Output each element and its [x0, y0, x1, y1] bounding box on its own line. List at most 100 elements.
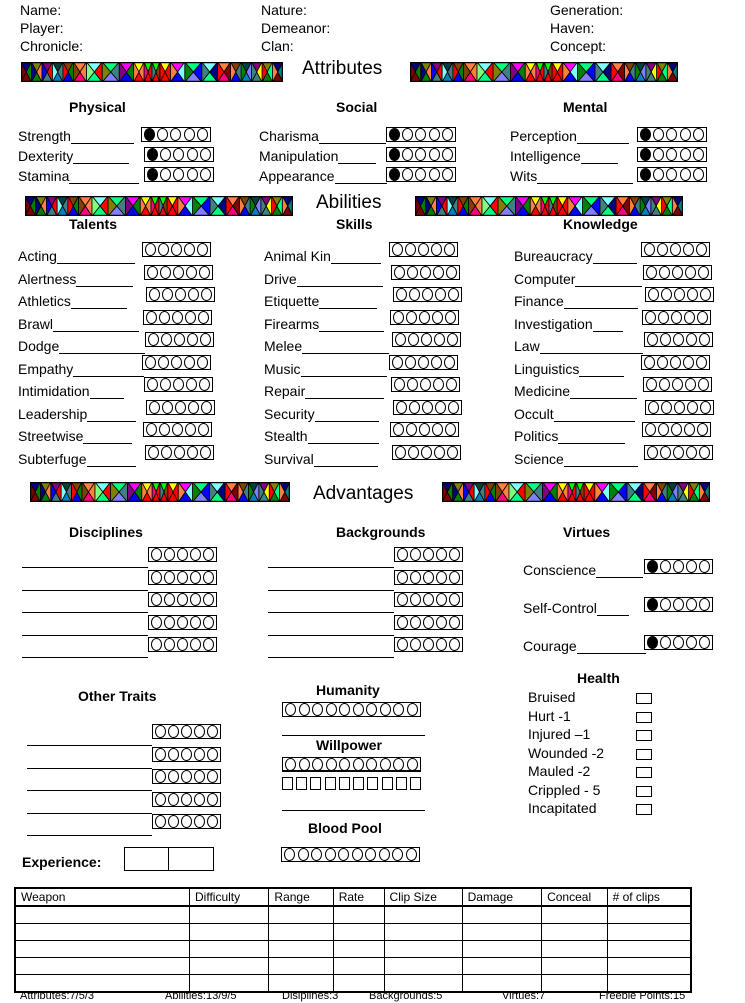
filled-dot-icon[interactable]	[147, 148, 159, 161]
empty-dot-icon[interactable]	[187, 445, 198, 459]
empty-dot-icon[interactable]	[699, 445, 710, 459]
willpower-temp-track[interactable]	[282, 777, 421, 792]
empty-dot-icon[interactable]	[686, 636, 697, 649]
empty-dot-icon[interactable]	[160, 168, 172, 181]
empty-dot-icon[interactable]	[185, 423, 196, 436]
empty-dot-icon[interactable]	[441, 128, 453, 141]
trait-underline[interactable]	[69, 169, 140, 184]
weapons-table-cell[interactable]	[606, 957, 692, 975]
empty-dot-icon[interactable]	[177, 548, 188, 561]
empty-dot-icon[interactable]	[188, 288, 199, 301]
empty-dot-icon[interactable]	[685, 265, 696, 279]
weapons-table-cell[interactable]	[541, 974, 608, 993]
empty-dot-icon[interactable]	[658, 423, 669, 436]
health-checkbox[interactable]	[636, 748, 652, 760]
empty-dot-icon[interactable]	[644, 243, 655, 256]
trait-underline[interactable]	[70, 129, 134, 144]
empty-dot-icon[interactable]	[671, 423, 682, 436]
empty-dot-icon[interactable]	[422, 400, 433, 414]
empty-dot-icon[interactable]	[415, 168, 427, 181]
empty-dot-icon[interactable]	[684, 310, 695, 324]
empty-dot-icon[interactable]	[434, 445, 445, 459]
empty-dot-icon[interactable]	[395, 333, 406, 346]
willpower-square-icon[interactable]	[282, 777, 293, 790]
ability-rating[interactable]	[389, 354, 458, 370]
empty-dot-icon[interactable]	[673, 598, 684, 611]
willpower-square-icon[interactable]	[338, 777, 350, 790]
other-trait-name-line[interactable]	[27, 790, 152, 791]
empty-dot-icon[interactable]	[647, 333, 658, 346]
weapons-table-cell[interactable]	[541, 923, 608, 941]
empty-dot-icon[interactable]	[186, 378, 197, 391]
background-rating[interactable]	[394, 592, 463, 607]
empty-dot-icon[interactable]	[405, 848, 417, 861]
trait-underline[interactable]	[86, 452, 136, 467]
empty-dot-icon[interactable]	[378, 848, 390, 861]
empty-dot-icon[interactable]	[397, 638, 408, 651]
health-checkbox[interactable]	[636, 711, 652, 723]
empty-dot-icon[interactable]	[445, 423, 456, 436]
empty-dot-icon[interactable]	[687, 400, 698, 414]
empty-dot-icon[interactable]	[446, 265, 457, 279]
willpower-square-icon[interactable]	[310, 777, 322, 790]
ability-rating[interactable]	[390, 422, 459, 437]
empty-dot-icon[interactable]	[408, 333, 419, 346]
weapons-table-cell[interactable]	[383, 905, 463, 924]
filled-dot-icon[interactable]	[647, 560, 658, 573]
trait-underline[interactable]	[59, 339, 145, 354]
empty-dot-icon[interactable]	[407, 265, 418, 279]
empty-dot-icon[interactable]	[366, 703, 378, 716]
empty-dot-icon[interactable]	[679, 128, 691, 141]
trait-underline[interactable]	[314, 407, 380, 422]
empty-dot-icon[interactable]	[421, 445, 432, 459]
empty-dot-icon[interactable]	[172, 423, 183, 436]
trait-underline[interactable]	[575, 272, 643, 287]
empty-dot-icon[interactable]	[394, 265, 405, 279]
empty-dot-icon[interactable]	[423, 548, 434, 561]
empty-dot-icon[interactable]	[173, 378, 184, 391]
empty-dot-icon[interactable]	[686, 598, 697, 611]
empty-dot-icon[interactable]	[297, 848, 309, 861]
empty-dot-icon[interactable]	[201, 400, 212, 414]
empty-dot-icon[interactable]	[159, 423, 170, 436]
empty-dot-icon[interactable]	[168, 770, 179, 783]
empty-dot-icon[interactable]	[207, 792, 218, 806]
empty-dot-icon[interactable]	[699, 560, 710, 573]
other-trait-rating[interactable]	[152, 769, 221, 784]
empty-dot-icon[interactable]	[700, 400, 711, 414]
weapons-table-cell[interactable]	[14, 923, 190, 941]
weapons-table-cell[interactable]	[461, 957, 543, 975]
empty-dot-icon[interactable]	[449, 570, 460, 584]
empty-dot-icon[interactable]	[402, 168, 414, 181]
weapons-table-cell[interactable]	[541, 940, 608, 958]
empty-dot-icon[interactable]	[418, 243, 429, 256]
willpower-track[interactable]	[282, 757, 421, 772]
ability-rating[interactable]	[145, 332, 214, 347]
filled-dot-icon[interactable]	[389, 128, 401, 141]
other-trait-name-line[interactable]	[27, 767, 152, 769]
empty-dot-icon[interactable]	[397, 570, 408, 584]
ability-rating[interactable]	[645, 287, 714, 302]
empty-dot-icon[interactable]	[177, 570, 188, 584]
empty-dot-icon[interactable]	[433, 265, 444, 279]
empty-dot-icon[interactable]	[311, 848, 323, 861]
empty-dot-icon[interactable]	[146, 310, 157, 324]
weapons-table-cell[interactable]	[332, 923, 385, 941]
ability-rating[interactable]	[391, 264, 460, 280]
empty-dot-icon[interactable]	[657, 355, 668, 369]
empty-dot-icon[interactable]	[160, 265, 171, 279]
empty-dot-icon[interactable]	[447, 445, 458, 459]
player-field[interactable]: Player:	[20, 20, 64, 36]
ability-rating[interactable]	[642, 422, 711, 437]
discipline-rating[interactable]	[148, 592, 217, 607]
empty-dot-icon[interactable]	[410, 638, 421, 651]
background-name-line[interactable]	[268, 589, 394, 591]
empty-dot-icon[interactable]	[186, 148, 198, 161]
trait-underline[interactable]	[580, 149, 619, 164]
empty-dot-icon[interactable]	[338, 848, 350, 861]
empty-dot-icon[interactable]	[298, 703, 310, 716]
attribute-rating[interactable]	[637, 167, 707, 182]
filled-dot-icon[interactable]	[389, 148, 401, 161]
empty-dot-icon[interactable]	[673, 560, 684, 573]
empty-dot-icon[interactable]	[659, 378, 670, 391]
